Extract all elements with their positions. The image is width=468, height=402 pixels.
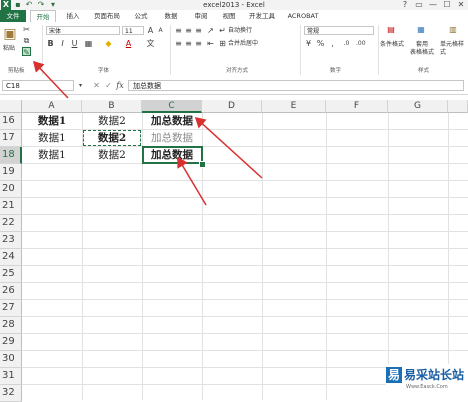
watermark-site: 易采站长站	[404, 368, 465, 382]
arrow-to-cell-c16	[194, 116, 263, 179]
watermark-url: Www.Easck.Com	[406, 384, 448, 390]
annotation-arrows	[32, 60, 263, 206]
arrow-to-cell-c18	[177, 156, 207, 206]
arrow-to-format-painter	[32, 60, 69, 99]
watermark-logo-icon: 易	[386, 367, 402, 383]
watermark: 易 易采站长站 Www.Easck.Com	[386, 364, 468, 400]
